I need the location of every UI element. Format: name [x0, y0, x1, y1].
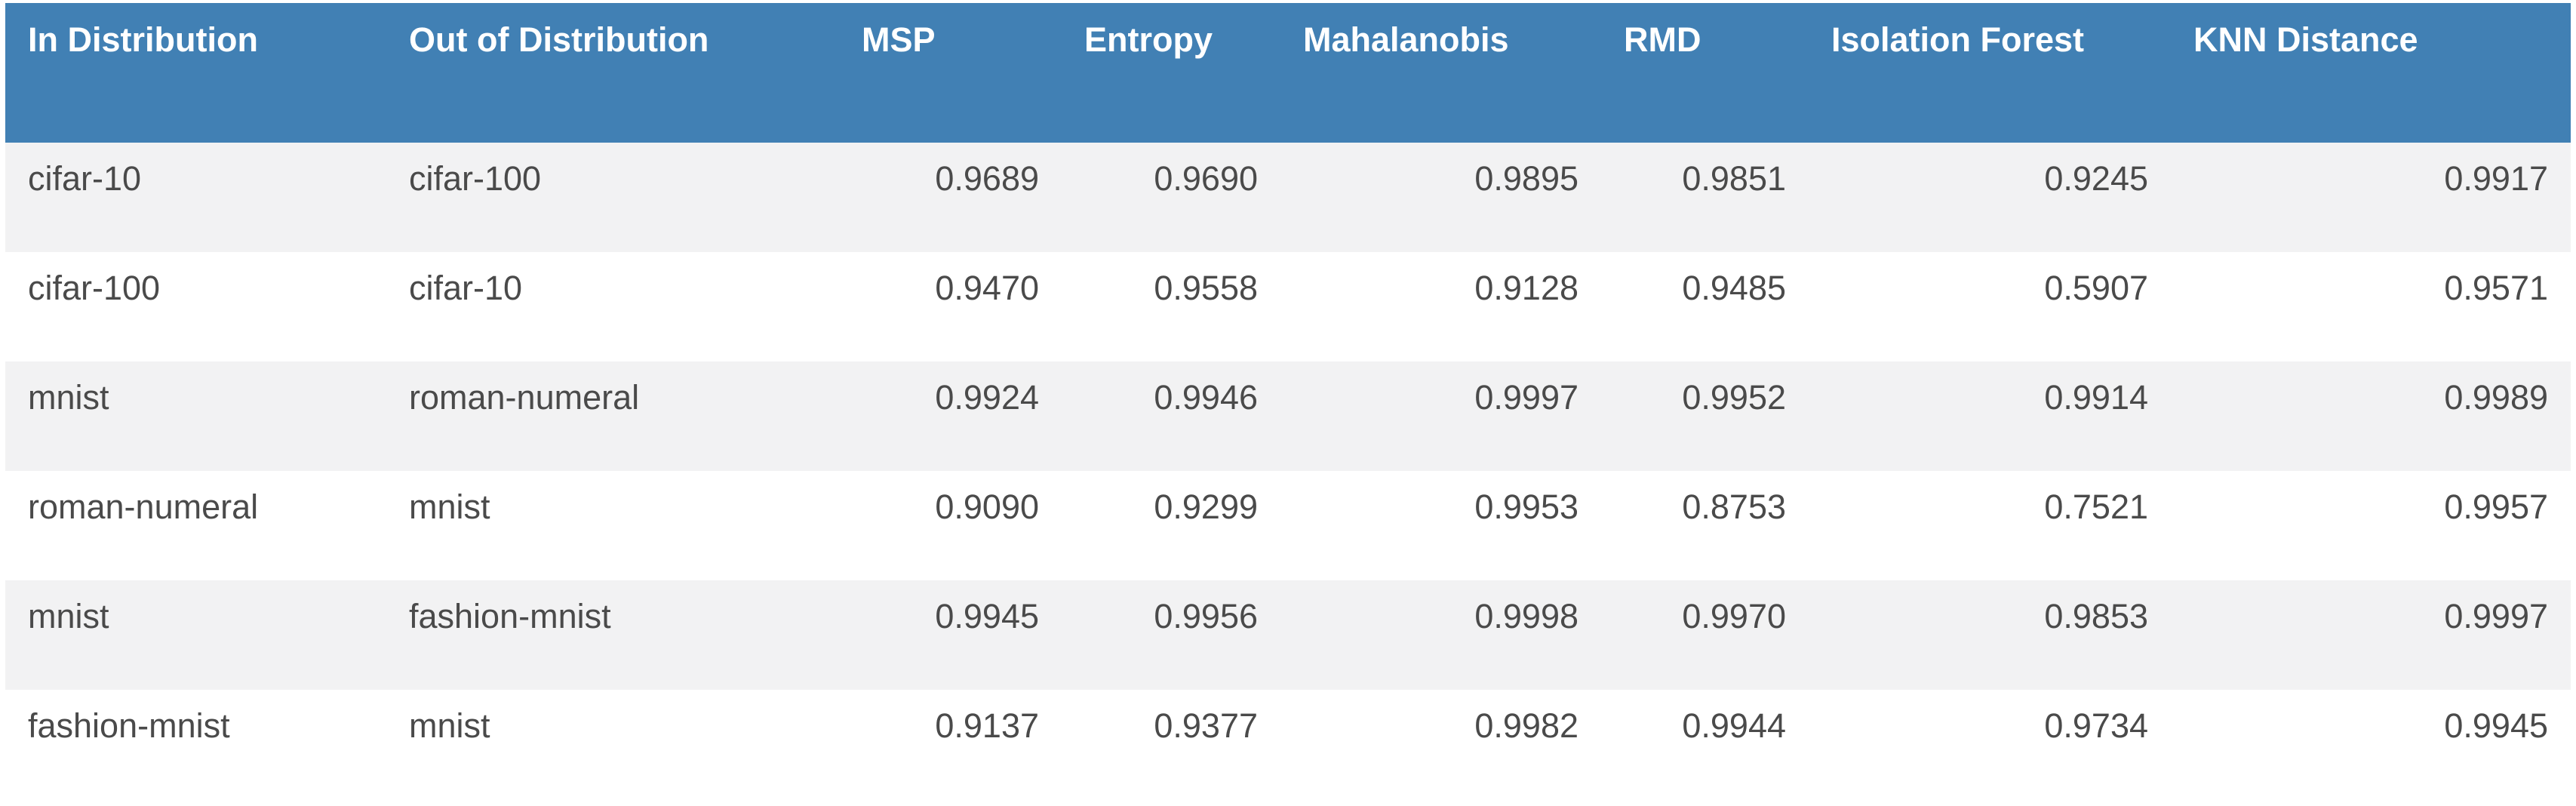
table-header: In Distribution Out of Distribution MSP …	[5, 3, 2571, 143]
cell-out-distribution: cifar-10	[409, 269, 523, 307]
table-row: cifar-100 cifar-10 0.9470 0.9558 0.9128 …	[5, 252, 2571, 361]
cell-knn-distance: 0.9945	[2444, 706, 2548, 745]
cell-rmd: 0.9485	[1682, 269, 1786, 307]
table-row: fashion-mnist mnist 0.9137 0.9377 0.9982…	[5, 690, 2571, 799]
cell-isolation-forest: 0.7521	[2044, 488, 2148, 526]
cell-isolation-forest: 0.9853	[2044, 597, 2148, 635]
cell-knn-distance: 0.9997	[2444, 597, 2548, 635]
cell-entropy: 0.9946	[1154, 378, 1258, 417]
column-header-isolation-forest[interactable]: Isolation Forest	[1809, 3, 2171, 143]
cell-msp: 0.9470	[935, 269, 1039, 307]
cell-in-distribution: cifar-10	[28, 159, 142, 198]
cell-rmd: 0.9944	[1682, 706, 1786, 745]
cell-rmd: 0.8753	[1682, 488, 1786, 526]
cell-in-distribution: roman-numeral	[28, 488, 259, 526]
cell-mahalanobis: 0.9953	[1474, 488, 1578, 526]
cell-entropy: 0.9956	[1154, 597, 1258, 635]
cell-mahalanobis: 0.9998	[1474, 597, 1578, 635]
table-row: roman-numeral mnist 0.9090 0.9299 0.9953…	[5, 471, 2571, 580]
table-header-row: In Distribution Out of Distribution MSP …	[5, 3, 2571, 143]
cell-in-distribution: mnist	[28, 597, 109, 635]
cell-isolation-forest: 0.9914	[2044, 378, 2148, 417]
cell-out-distribution: fashion-mnist	[409, 597, 611, 635]
column-header-out-distribution[interactable]: Out of Distribution	[386, 3, 839, 143]
cell-msp: 0.9090	[935, 488, 1039, 526]
cell-rmd: 0.9851	[1682, 159, 1786, 198]
cell-mahalanobis: 0.9997	[1474, 378, 1578, 417]
column-header-mahalanobis[interactable]: Mahalanobis	[1280, 3, 1601, 143]
cell-msp: 0.9924	[935, 378, 1039, 417]
column-header-entropy[interactable]: Entropy	[1062, 3, 1280, 143]
cell-knn-distance: 0.9917	[2444, 159, 2548, 198]
cell-in-distribution: mnist	[28, 378, 109, 417]
column-header-knn-distance[interactable]: KNN Distance	[2171, 3, 2571, 143]
cell-isolation-forest: 0.9734	[2044, 706, 2148, 745]
cell-msp: 0.9689	[935, 159, 1039, 198]
cell-mahalanobis: 0.9895	[1474, 159, 1578, 198]
cell-entropy: 0.9690	[1154, 159, 1258, 198]
cell-out-distribution: cifar-100	[409, 159, 542, 198]
table-row: cifar-10 cifar-100 0.9689 0.9690 0.9895 …	[5, 143, 2571, 252]
column-header-in-distribution[interactable]: In Distribution	[5, 3, 386, 143]
ood-detection-results-table: In Distribution Out of Distribution MSP …	[5, 3, 2571, 799]
cell-entropy: 0.9377	[1154, 706, 1258, 745]
cell-out-distribution: roman-numeral	[409, 378, 640, 417]
column-header-msp[interactable]: MSP	[839, 3, 1062, 143]
cell-out-distribution: mnist	[409, 706, 490, 745]
cell-isolation-forest: 0.5907	[2044, 269, 2148, 307]
cell-knn-distance: 0.9989	[2444, 378, 2548, 417]
cell-isolation-forest: 0.9245	[2044, 159, 2148, 198]
column-header-rmd[interactable]: RMD	[1601, 3, 1809, 143]
cell-in-distribution: cifar-100	[28, 269, 161, 307]
cell-knn-distance: 0.9571	[2444, 269, 2548, 307]
cell-msp: 0.9945	[935, 597, 1039, 635]
cell-knn-distance: 0.9957	[2444, 488, 2548, 526]
cell-entropy: 0.9558	[1154, 269, 1258, 307]
cell-in-distribution: fashion-mnist	[28, 706, 230, 745]
cell-mahalanobis: 0.9128	[1474, 269, 1578, 307]
cell-out-distribution: mnist	[409, 488, 490, 526]
cell-msp: 0.9137	[935, 706, 1039, 745]
cell-rmd: 0.9952	[1682, 378, 1786, 417]
table-row: mnist roman-numeral 0.9924 0.9946 0.9997…	[5, 361, 2571, 471]
cell-mahalanobis: 0.9982	[1474, 706, 1578, 745]
table-row: mnist fashion-mnist 0.9945 0.9956 0.9998…	[5, 580, 2571, 690]
cell-rmd: 0.9970	[1682, 597, 1786, 635]
table-body: cifar-10 cifar-100 0.9689 0.9690 0.9895 …	[5, 143, 2571, 799]
cell-entropy: 0.9299	[1154, 488, 1258, 526]
